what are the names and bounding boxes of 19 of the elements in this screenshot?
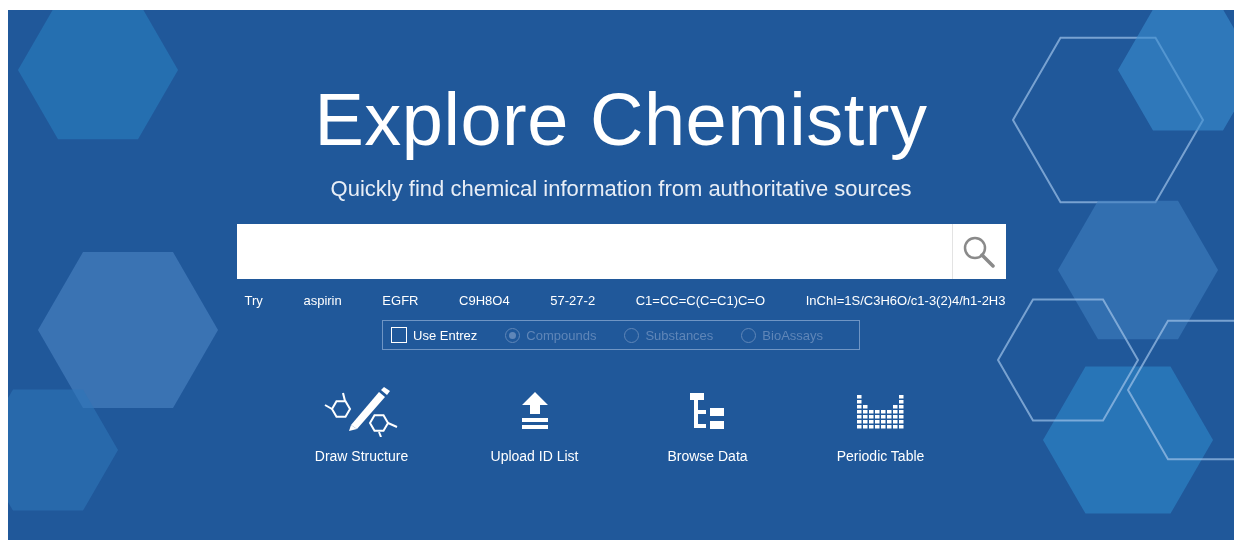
tool-link[interactable]: Browse Data [645, 386, 770, 464]
example-link[interactable]: C1=CC=C(C=C1)C=O [635, 293, 766, 308]
use-entrez-checkbox[interactable]: Use Entrez [391, 327, 478, 343]
tree-icon [689, 393, 726, 431]
page-title: Explore Chemistry [314, 77, 928, 163]
example-link[interactable]: InChI=1S/C3H6O/c1-3(2)4/h1-2H3 [805, 293, 1006, 308]
example-link[interactable]: aspirin [303, 293, 342, 308]
upload-icon [519, 392, 550, 432]
page-subtitle: Quickly find chemical information from authoritative sources [330, 176, 912, 202]
example-link[interactable]: C9H8O4 [459, 293, 510, 308]
tool-link[interactable]: Periodic Table [818, 386, 943, 464]
tool-link[interactable]: Upload ID List [472, 386, 597, 464]
search-icon [962, 234, 996, 269]
search-field[interactable] [236, 224, 1006, 279]
periodic-table-icon [856, 394, 905, 430]
example-link[interactable]: EGFR [382, 293, 419, 308]
example-link[interactable]: 57-27-2 [550, 293, 596, 308]
try-label: Try [243, 293, 263, 308]
tool-link[interactable]: Draw Structure [299, 386, 424, 464]
